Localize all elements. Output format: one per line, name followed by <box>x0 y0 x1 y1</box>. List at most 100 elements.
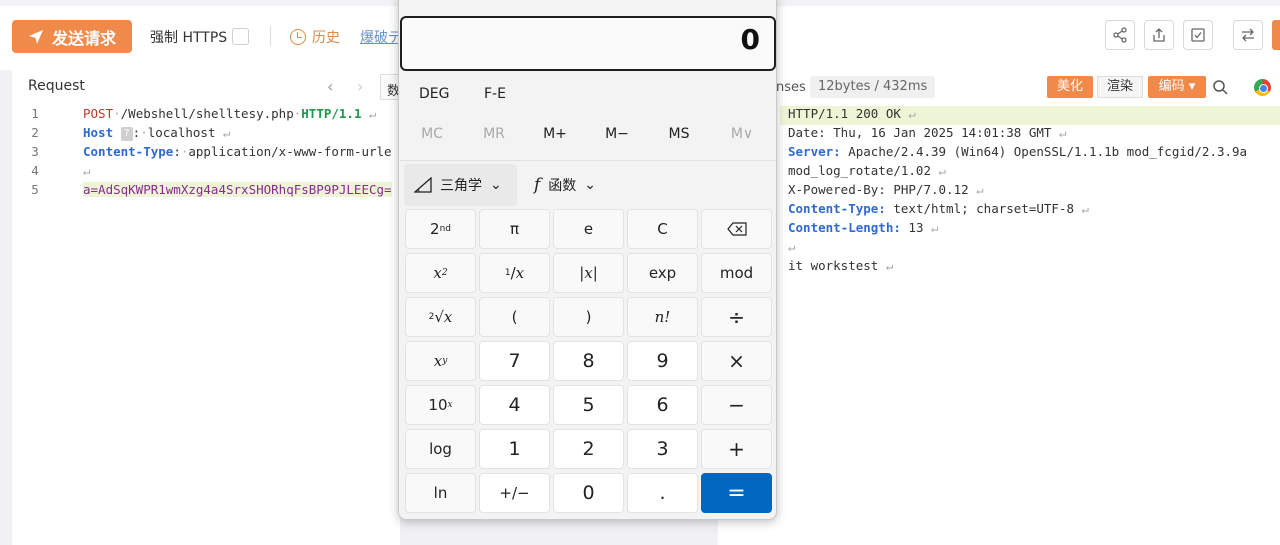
second-function-key[interactable]: 2nd <box>405 209 476 249</box>
digit-9-key[interactable]: 9 <box>627 341 698 381</box>
memory-clear-button[interactable]: MC <box>401 126 463 142</box>
backspace-key[interactable] <box>701 209 772 249</box>
chevron-left-icon[interactable]: ‹ <box>327 77 333 96</box>
response-line: mod_log_rotate/1.02 ↵ <box>788 163 947 178</box>
header-value: Apache/2.4.39 (Win64) OpenSSL/1.1.1b mod… <box>848 144 1248 159</box>
response-line: ↵ <box>788 239 796 254</box>
http-method: POST <box>83 106 114 121</box>
encode-dropdown[interactable]: 编码 ▾ <box>1148 76 1206 98</box>
response-line: HTTP/1.1 200 OK ↵ <box>780 106 1280 125</box>
chevron-down-icon: ⌄ <box>490 177 502 193</box>
multiply-key[interactable]: × <box>701 341 772 381</box>
orange-action-button[interactable] <box>1272 20 1280 50</box>
response-line: X-Powered-By: PHP/7.0.12 ↵ <box>788 182 984 197</box>
digit-1-key[interactable]: 1 <box>479 429 550 469</box>
save-button[interactable] <box>1183 20 1213 50</box>
memory-recall-button[interactable]: MR <box>463 126 525 142</box>
request-line: 3 Content-Type:·application/x-www-form-u… <box>12 144 400 163</box>
request-data-tab[interactable]: 数 <box>380 74 400 100</box>
beautify-button[interactable]: 美化 <box>1047 76 1093 98</box>
digit-4-key[interactable]: 4 <box>479 385 550 425</box>
request-path: /Webshell/shelltesy.php <box>120 106 294 121</box>
ln-key[interactable]: ln <box>405 473 476 513</box>
power-key[interactable]: xy <box>405 341 476 381</box>
force-https-checkbox[interactable] <box>232 28 249 45</box>
digit-8-key[interactable]: 8 <box>553 341 624 381</box>
status-line: HTTP/1.1 200 OK <box>788 106 901 121</box>
mod-key[interactable]: mod <box>701 253 772 293</box>
line-number: 5 <box>31 182 39 197</box>
request-line: 2 Host ?:·localhost ↵ <box>12 125 400 144</box>
header-value: 13 <box>908 220 924 235</box>
share-button[interactable] <box>1105 20 1135 50</box>
decimal-key[interactable]: . <box>627 473 698 513</box>
share-icon <box>1113 27 1127 43</box>
line-number: 3 <box>31 144 39 159</box>
header-key: Content-Type: <box>788 201 886 216</box>
equals-key[interactable]: = <box>701 473 772 513</box>
memory-store-button[interactable]: MS <box>648 126 710 142</box>
plus-key[interactable]: + <box>701 429 772 469</box>
exp-key[interactable]: exp <box>627 253 698 293</box>
divide-key[interactable]: ÷ <box>701 297 772 337</box>
header-value: localhost <box>147 125 216 140</box>
toolbar-divider <box>270 26 271 46</box>
log-key[interactable]: log <box>405 429 476 469</box>
request-line: 4 ↵ <box>12 163 400 182</box>
negate-key[interactable]: +/− <box>479 473 550 513</box>
request-body: a=AdSqKWPR1wmXzg4a4SrxSHORhqFsBP9PJLEECg… <box>83 182 392 197</box>
factorial-key[interactable]: n! <box>627 297 698 337</box>
response-line: it workstest ↵ <box>788 258 894 273</box>
digit-3-key[interactable]: 3 <box>627 429 698 469</box>
func-label: 函数 <box>548 178 577 194</box>
response-body: it workstest <box>788 258 879 273</box>
digit-2-key[interactable]: 2 <box>553 429 624 469</box>
pi-key[interactable]: π <box>479 209 550 249</box>
search-icon[interactable] <box>1212 79 1228 95</box>
absolute-key[interactable]: |x| <box>553 253 624 293</box>
chrome-icon[interactable] <box>1254 79 1271 96</box>
history-label: 历史 <box>312 30 340 46</box>
backspace-icon <box>726 222 747 236</box>
digit-5-key[interactable]: 5 <box>553 385 624 425</box>
digit-7-key[interactable]: 7 <box>479 341 550 381</box>
chevron-right-icon[interactable]: › <box>357 77 363 96</box>
header-key: Content-Type <box>83 144 174 159</box>
swap-button[interactable] <box>1233 20 1263 50</box>
triangle-icon <box>414 177 432 193</box>
digit-6-key[interactable]: 6 <box>627 385 698 425</box>
left-paren-key[interactable]: ( <box>479 297 550 337</box>
response-title: nses <box>776 80 806 95</box>
digit-0-key[interactable]: 0 <box>553 473 624 513</box>
header-value: mod_log_rotate/1.02 <box>788 163 931 178</box>
calculator-divider <box>400 160 776 161</box>
http-version: HTTP/1.1 <box>301 106 362 121</box>
reciprocal-key[interactable]: 1/x <box>479 253 550 293</box>
history-button[interactable]: 历史 <box>290 27 340 47</box>
send-request-label: 发送请求 <box>51 28 116 48</box>
send-request-button[interactable]: 发送请求 <box>12 20 132 53</box>
send-icon <box>28 29 43 44</box>
square-key[interactable]: x2 <box>405 253 476 293</box>
square-root-key[interactable]: 2 √ x <box>405 297 476 337</box>
ten-power-key[interactable]: 10 x <box>405 385 476 425</box>
date-header: Date: Thu, 16 Jan 2025 14:01:38 GMT <box>788 125 1052 140</box>
memory-add-button[interactable]: M+ <box>524 126 586 142</box>
burst-link[interactable]: 爆破デ <box>360 27 402 47</box>
right-paren-key[interactable]: ) <box>553 297 624 337</box>
export-button[interactable] <box>1144 20 1174 50</box>
memory-list-button[interactable]: M∨ <box>711 126 773 142</box>
trigonometry-dropdown[interactable]: 三角学 ⌄ <box>404 164 517 206</box>
function-dropdown[interactable]: f 函数 ⌄ <box>524 164 624 206</box>
header-value: text/html; charset=UTF-8 <box>893 201 1074 216</box>
e-key[interactable]: e <box>553 209 624 249</box>
response-line: Content-Type: text/html; charset=UTF-8 ↵ <box>788 201 1090 216</box>
render-button[interactable]: 渲染 <box>1097 76 1143 98</box>
upload-icon <box>1153 28 1165 42</box>
deg-button[interactable]: DEG <box>419 86 449 102</box>
clear-key[interactable]: C <box>627 209 698 249</box>
minus-key[interactable]: − <box>701 385 772 425</box>
memory-subtract-button[interactable]: M− <box>586 126 648 142</box>
help-badge[interactable]: ? <box>120 127 133 141</box>
fe-button[interactable]: F-E <box>484 86 506 102</box>
